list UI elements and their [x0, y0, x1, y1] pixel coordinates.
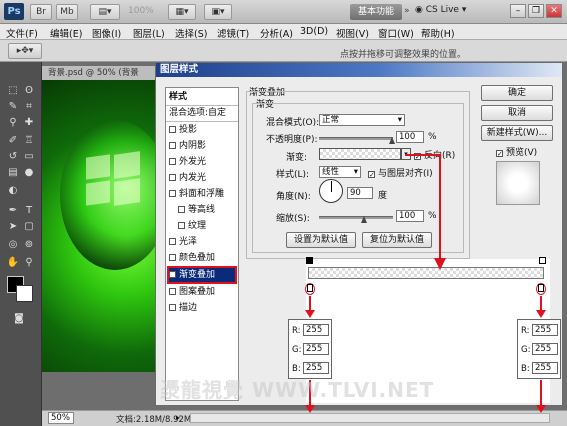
arrowhead-left — [305, 310, 315, 318]
r-value: 255 — [532, 324, 558, 336]
b-value: 255 — [532, 362, 558, 374]
g-value: 255 — [532, 343, 558, 355]
arrowhead-reverse — [434, 258, 446, 270]
b-label: B: — [292, 364, 301, 374]
r-value: 255 — [303, 324, 329, 336]
color-stop-left-rgb-box: R: 255 G: 255 B: 255 — [288, 319, 332, 379]
arrowhead-left-bottom — [305, 405, 315, 413]
g-label: G: — [521, 345, 531, 355]
g-value: 255 — [303, 343, 329, 355]
b-label: B: — [521, 364, 530, 374]
g-label: G: — [292, 345, 302, 355]
watermark: 㵗龍視覺 WWW.TLVI.NET — [160, 378, 435, 402]
r-label: R: — [292, 326, 301, 336]
color-stop-right-rgb-box: R: 255 G: 255 B: 255 — [517, 319, 561, 379]
b-value: 255 — [303, 362, 329, 374]
r-label: R: — [521, 326, 530, 336]
arrowhead-right-bottom — [536, 405, 546, 413]
arrow-reverse-to-bar — [405, 154, 441, 262]
annotation-arrows — [305, 154, 546, 413]
arrowhead-right — [536, 310, 546, 318]
